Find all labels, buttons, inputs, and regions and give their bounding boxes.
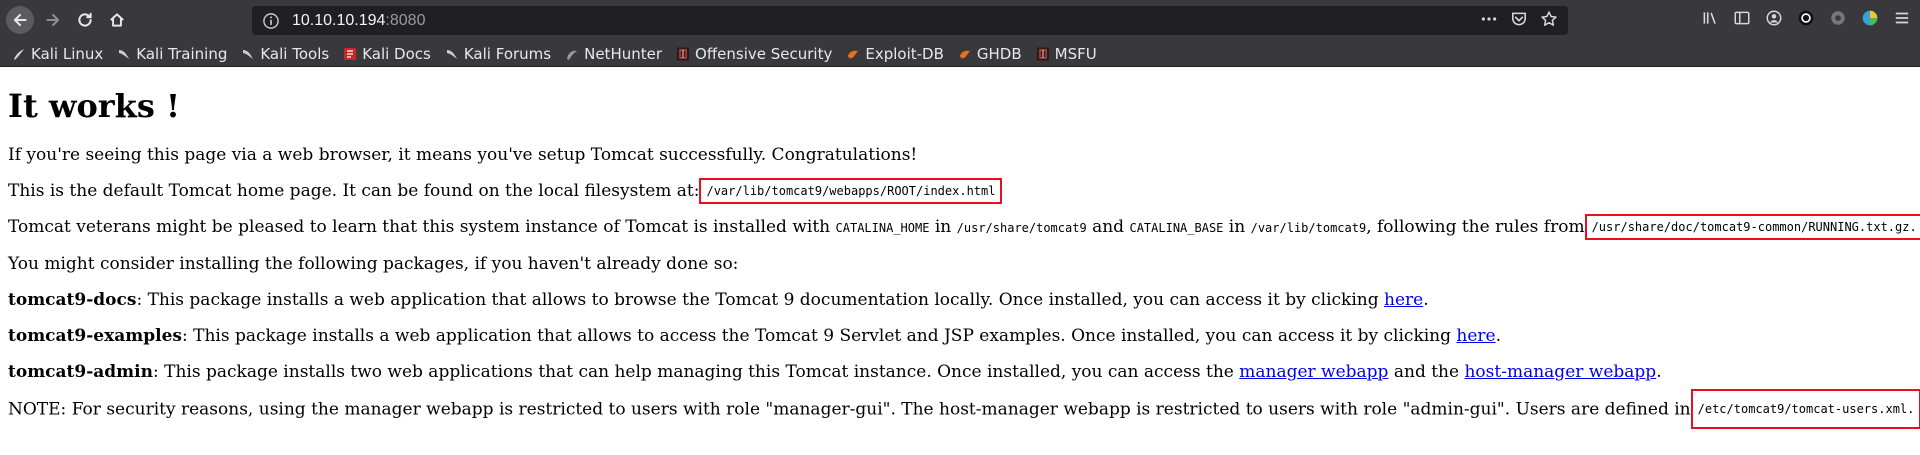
kali-docs-icon xyxy=(343,47,357,61)
admin-package-text: : This package installs two web applicat… xyxy=(153,362,1240,382)
examples-here-link[interactable]: here xyxy=(1456,326,1495,346)
browser-toolbar: 10.10.10.194:8080 xyxy=(0,0,1920,41)
examples-package-paragraph: tomcat9-examples: This package installs … xyxy=(8,318,1908,354)
bookmark-kali-forums[interactable]: Kali Forums xyxy=(445,45,551,63)
bookmark-label: Kali Linux xyxy=(31,44,104,63)
examples-end: . xyxy=(1495,326,1502,346)
url-actions xyxy=(1480,10,1558,28)
bookmark-ghdb[interactable]: GHDB xyxy=(958,45,1022,63)
kali-dragon-icon xyxy=(117,47,131,61)
veterans-text-e: , following the rules from xyxy=(1366,217,1585,237)
bookmark-star-icon[interactable] xyxy=(1540,10,1558,28)
reload-icon xyxy=(78,12,92,27)
catalina-home-path: /usr/share/tomcat9 xyxy=(956,221,1087,235)
bookmark-label: MSFU xyxy=(1054,44,1097,63)
extension-color-icon[interactable] xyxy=(1860,8,1880,28)
offsec-icon xyxy=(676,47,690,61)
ghdb-icon xyxy=(958,47,972,61)
docs-end: . xyxy=(1423,290,1429,310)
bookmark-kali-training[interactable]: Kali Training xyxy=(117,45,227,63)
extension-gear-icon[interactable] xyxy=(1828,8,1848,28)
bookmark-kali-linux[interactable]: Kali Linux xyxy=(12,45,103,63)
kali-dragon-icon xyxy=(12,47,26,61)
docs-here-link[interactable]: here xyxy=(1384,290,1423,310)
extension-circle-icon[interactable] xyxy=(1796,8,1816,28)
bookmark-label: Kali Forums xyxy=(463,44,552,63)
veterans-text-a: Tomcat veterans might be pleased to lear… xyxy=(8,217,836,237)
tomcat-users-path-highlight: /etc/tomcat9/tomcat-users.xml. xyxy=(1690,389,1920,429)
info-icon[interactable] xyxy=(262,12,280,30)
running-path-highlight: /usr/share/doc/tomcat9-common/RUNNING.tx… xyxy=(1584,213,1920,240)
bookmark-label: Kali Training xyxy=(136,44,228,63)
docs-package-text: : This package installs a web applicatio… xyxy=(136,290,1385,310)
url-host: 10.10.10.194 xyxy=(292,11,386,29)
docs-package-paragraph: tomcat9-docs: This package installs a we… xyxy=(8,282,1908,318)
bookmark-msfu[interactable]: MSFU xyxy=(1036,45,1097,63)
menu-icon[interactable] xyxy=(1892,8,1912,28)
nethunter-icon xyxy=(565,47,579,61)
docs-package-name: tomcat9-docs xyxy=(8,290,137,310)
examples-package-text: : This package installs a web applicatio… xyxy=(181,326,1457,346)
home-button[interactable] xyxy=(104,7,130,33)
page-content: It works ! If you're seeing this page vi… xyxy=(8,67,1920,430)
admin-package-paragraph: tomcat9-admin: This package installs two… xyxy=(8,354,1908,390)
kali-dragon-icon xyxy=(445,47,459,61)
note-text: NOTE: For security reasons, using the ma… xyxy=(8,399,1691,420)
home-icon xyxy=(110,13,124,27)
bookmark-label: GHDB xyxy=(976,44,1022,63)
bookmark-label: Kali Docs xyxy=(362,44,431,63)
veterans-paragraph: Tomcat veterans might be pleased to lear… xyxy=(8,209,1920,246)
host-manager-webapp-link[interactable]: host-manager webapp xyxy=(1464,362,1656,382)
intro-paragraph: If you're seeing this page via a web bro… xyxy=(8,145,918,165)
examples-package-name: tomcat9-examples xyxy=(8,326,182,346)
offsec-icon xyxy=(1036,47,1050,61)
manager-webapp-link[interactable]: manager webapp xyxy=(1239,362,1388,382)
url-bar[interactable]: 10.10.10.194:8080 xyxy=(252,6,1568,35)
admin-package-name: tomcat9-admin xyxy=(8,362,153,382)
sidebar-icon[interactable] xyxy=(1732,8,1752,28)
note-paragraph: NOTE: For security reasons, using the ma… xyxy=(8,389,1920,430)
admin-end: . xyxy=(1656,362,1662,382)
catalina-base-path: /var/lib/tomcat9 xyxy=(1250,221,1367,235)
packages-paragraph: You might consider installing the follow… xyxy=(8,254,739,274)
library-icon[interactable] xyxy=(1700,8,1720,28)
forward-button[interactable] xyxy=(40,7,66,33)
kali-dragon-icon xyxy=(241,47,255,61)
catalina-base-code: CATALINA_BASE xyxy=(1129,221,1224,235)
home-page-paragraph: This is the default Tomcat home page. It… xyxy=(8,173,1908,209)
bookmark-label: Offensive Security xyxy=(695,44,833,63)
veterans-text-b: in xyxy=(929,217,957,237)
arrow-right-icon xyxy=(46,13,60,27)
index-path-highlight: /var/lib/tomcat9/webapps/ROOT/index.html xyxy=(699,177,1003,204)
bookmark-label: Kali Tools xyxy=(260,44,330,63)
exploitdb-icon xyxy=(846,47,860,61)
veterans-text-c: and xyxy=(1086,217,1130,237)
arrow-left-icon xyxy=(13,13,27,27)
bookmark-kali-docs[interactable]: Kali Docs xyxy=(343,45,431,63)
back-button[interactable] xyxy=(6,6,34,34)
more-actions-icon[interactable] xyxy=(1480,10,1498,28)
home-page-text: This is the default Tomcat home page. It… xyxy=(8,181,700,201)
bookmark-exploit-db[interactable]: Exploit-DB xyxy=(846,45,944,63)
bookmark-label: NetHunter xyxy=(584,44,663,63)
veterans-text-d: in xyxy=(1223,217,1251,237)
pocket-icon[interactable] xyxy=(1510,10,1528,28)
page-title: It works ! xyxy=(8,87,181,125)
reload-button[interactable] xyxy=(72,7,98,33)
bookmark-offensive-security[interactable]: Offensive Security xyxy=(676,45,832,63)
admin-package-mid: and the xyxy=(1388,362,1465,382)
toolbar-right-icons xyxy=(1700,8,1912,28)
bookmarks-bar: Kali Linux Kali Training Kali Tools Kali… xyxy=(0,41,1920,67)
url-port: :8080 xyxy=(385,11,426,29)
account-icon[interactable] xyxy=(1764,8,1784,28)
bookmark-label: Exploit-DB xyxy=(865,44,944,63)
catalina-home-code: CATALINA_HOME xyxy=(835,221,930,235)
bookmark-nethunter[interactable]: NetHunter xyxy=(565,45,662,63)
bookmark-kali-tools[interactable]: Kali Tools xyxy=(241,45,329,63)
